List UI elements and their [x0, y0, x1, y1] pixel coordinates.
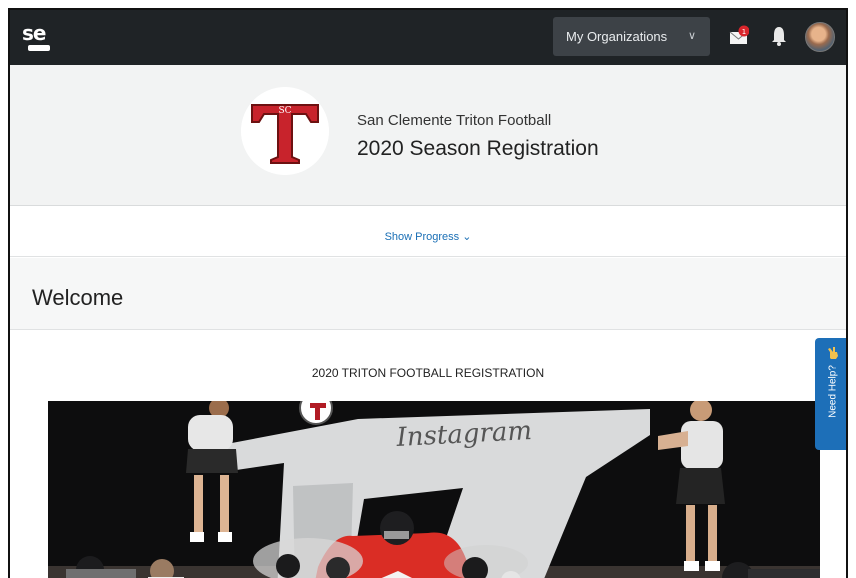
welcome-heading: Welcome [32, 285, 124, 310]
app-window: se My Organizations ∨ 1 SC San Clemente … [8, 8, 848, 578]
triton-logo: SC [241, 87, 329, 175]
chevron-down-icon: ∨ [687, 30, 696, 42]
show-progress-link[interactable]: Show Progress ⌄ [385, 230, 472, 243]
se-logo[interactable]: se [22, 22, 58, 52]
my-organizations-dropdown[interactable]: My Organizations ∨ [553, 17, 710, 56]
registration-header: SC San Clemente Triton Football 2020 Sea… [10, 65, 846, 206]
progress-bar-row: Show Progress ⌄ [10, 207, 846, 257]
need-help-label: Need Help? [827, 365, 839, 418]
content-section: 2020 TRITON FOOTBALL REGISTRATION Instag… [10, 331, 846, 578]
svg-text:SC: SC [278, 106, 291, 116]
my-organizations-label: My Organizations [566, 29, 668, 44]
top-nav: se My Organizations ∨ 1 [10, 10, 846, 65]
team-photo: Instagram [48, 401, 820, 578]
section-title: 2020 TRITON FOOTBALL REGISTRATION [311, 366, 545, 380]
mail-icon[interactable]: 1 [729, 25, 749, 47]
organization-name: San Clemente Triton Football [357, 112, 552, 129]
need-help-button[interactable]: Need Help? [815, 338, 846, 450]
avatar[interactable] [805, 22, 835, 52]
mail-badge: 1 [742, 28, 746, 36]
welcome-section: Welcome [10, 258, 846, 330]
show-progress-label: Show Progress [384, 231, 460, 243]
bell-icon[interactable] [770, 25, 788, 47]
page-title: 2020 Season Registration [357, 137, 599, 160]
chevron-down-icon: ⌄ [462, 231, 472, 243]
